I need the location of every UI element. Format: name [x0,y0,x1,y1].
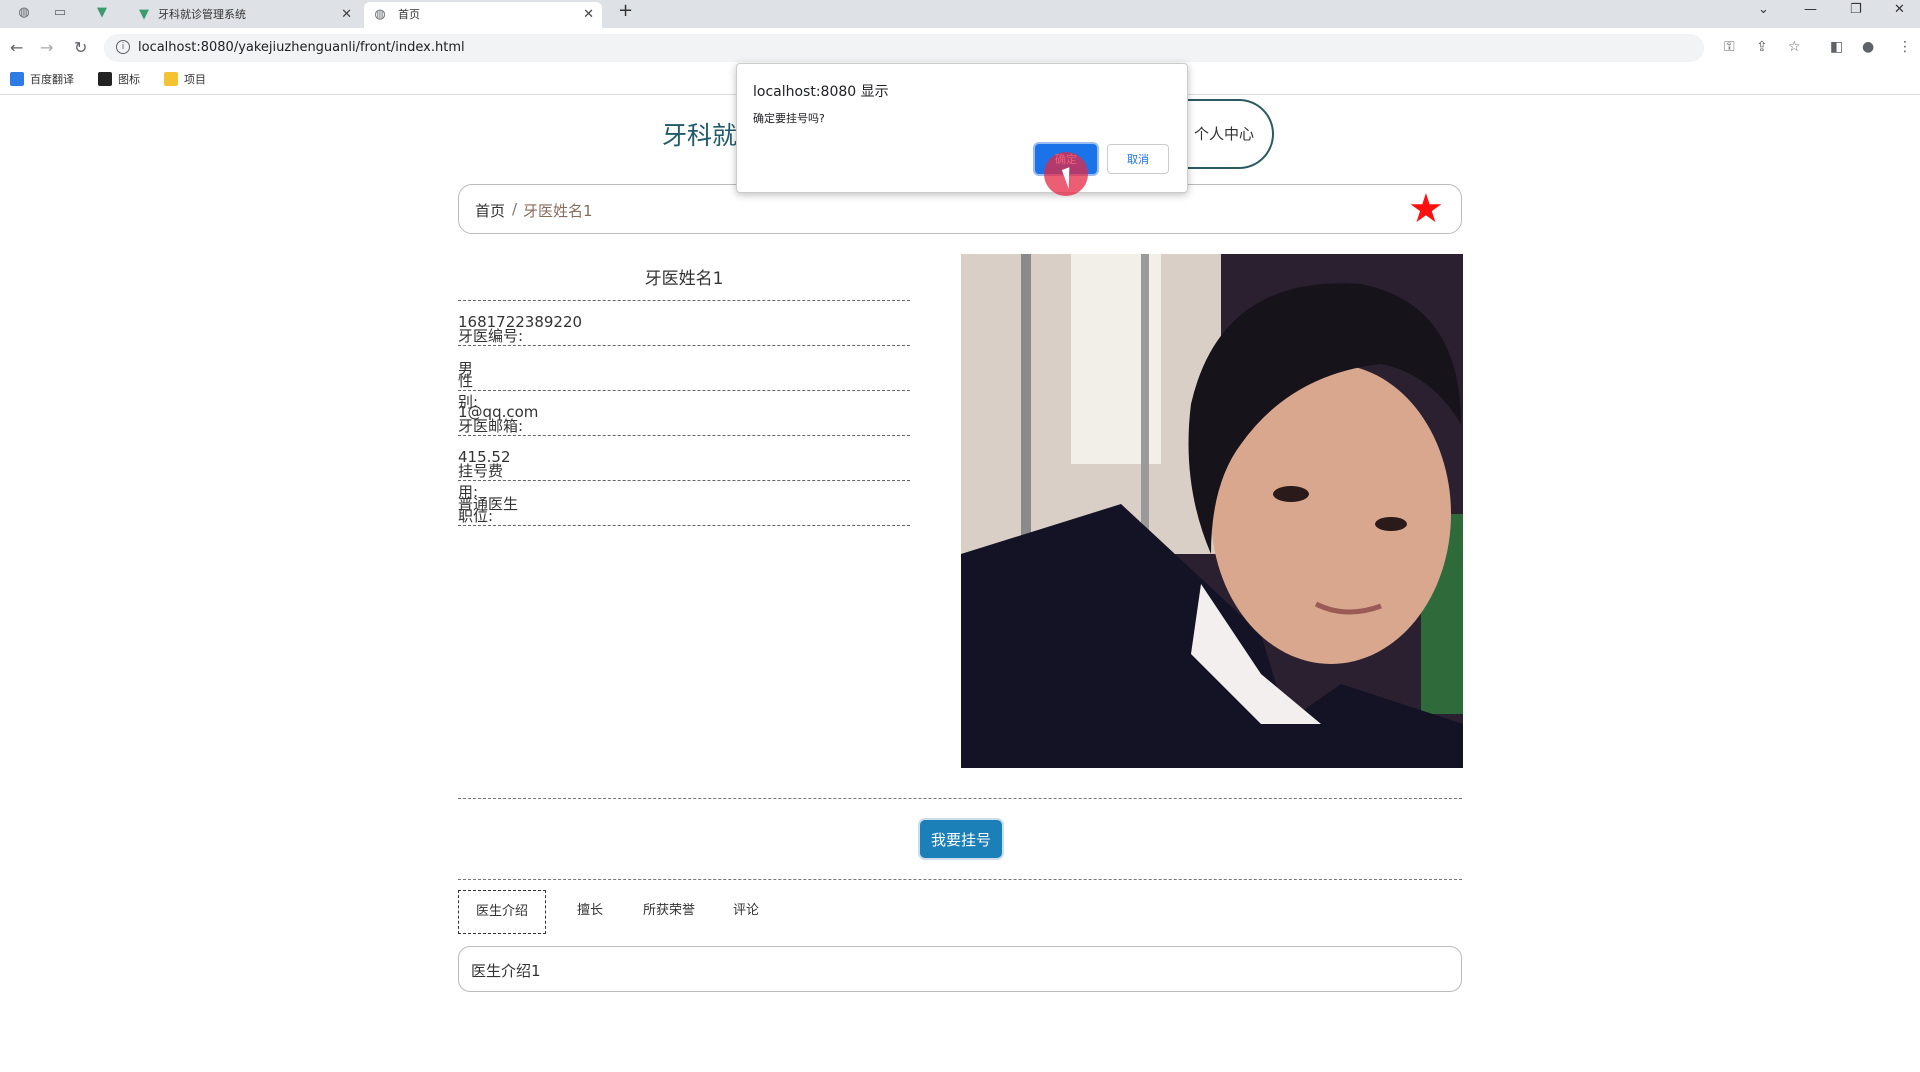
tab-home-label: 首页 [398,8,420,21]
breadcrumb-separator: / [512,200,518,218]
bookmark-icons[interactable]: 图标 [98,72,140,88]
side-panel-icon[interactable]: ◧ [1830,39,1843,55]
divider [458,798,1462,799]
site-title: 牙科就 [662,121,738,150]
info-icon[interactable]: i [116,40,130,54]
bookmark-label: 百度翻译 [30,73,74,86]
vue-logo-icon[interactable]: ▼ [94,5,110,21]
tab-home[interactable]: ◍ 首页 ✕ [364,2,602,28]
tab-content-panel: 医生介绍1 [458,946,1462,992]
field-label: 职位: [458,507,494,525]
bookmark-project[interactable]: 项目 [164,72,206,88]
confirm-dialog: localhost:8080 显示 确定要挂号吗? 确定 取消 [736,63,1188,193]
portrait-image [961,254,1463,768]
bookmark-label: 项目 [184,73,206,86]
back-icon[interactable]: ← [10,38,23,57]
info-row-email: 牙医邮箱: 1@qq.com [458,390,910,435]
globe-icon[interactable]: ◍ [16,5,32,21]
divider [458,879,1462,880]
omnibox[interactable]: i localhost:8080/yakejiuzhenguanli/front… [104,34,1704,62]
tab-comments[interactable]: 评论 [714,890,778,932]
field-label: 牙医编号: [458,327,524,345]
user-center-button[interactable]: 个人中心 [1176,99,1274,169]
field-label: 牙医邮箱: [458,417,524,435]
minimize-icon[interactable]: — [1804,2,1817,17]
folder-icon [164,72,178,86]
dialog-cancel-button[interactable]: 取消 [1107,144,1169,174]
key-icon[interactable]: ⚿ [1724,39,1735,55]
favorite-star-icon[interactable]: ★ [1408,187,1444,231]
close-window-icon[interactable]: ✕ [1894,2,1905,17]
dialog-message: 确定要挂号吗? [753,112,825,125]
tab-system-label: 牙科就诊管理系统 [158,8,246,21]
reload-icon[interactable]: ↻ [74,38,87,57]
chevron-down-icon[interactable]: ⌄ [1758,2,1769,17]
dialog-title: localhost:8080 显示 [753,84,889,100]
image-icon [98,72,112,86]
translate-icon [10,72,24,86]
browser-tab-strip: ◍ ▭ ▼ ▼ 牙科就诊管理系统 ✕ ◍ 首页 ✕ + ⌄ — ❐ ✕ [0,0,1920,28]
globe-icon: ◍ [374,7,386,22]
bookmark-baidu-translate[interactable]: 百度翻译 [10,72,74,88]
info-row-id: 牙医编号: 1681722389220 [458,300,910,345]
menu-icon[interactable]: ⋮ [1898,39,1912,55]
new-tab-icon[interactable]: + [618,0,633,21]
tab-specialty[interactable]: 擅长 [558,890,622,932]
bookmark-label: 图标 [118,73,140,86]
tab-honors[interactable]: 所获荣誉 [626,890,712,932]
profile-icon[interactable]: ● [1862,39,1874,55]
vue-logo-icon: ▼ [139,7,149,22]
bookmark-star-icon[interactable]: ☆ [1788,39,1801,55]
tab-system[interactable]: ▼ 牙科就诊管理系统 ✕ [128,2,360,28]
info-row-fee: 挂号费用: 415.52 [458,435,910,501]
blank-tab-icon[interactable]: ▭ [52,5,68,21]
close-icon[interactable]: ✕ [341,2,352,28]
tab-content-text: 医生介绍1 [471,962,541,980]
close-icon[interactable]: ✕ [583,2,594,28]
tab-doctor-intro[interactable]: 医生介绍 [458,890,546,934]
url-text[interactable]: localhost:8080/yakejiuzhenguanli/front/i… [138,40,465,55]
doctor-photo [961,254,1463,768]
info-row-position: 职位: 普通医生 [458,480,910,526]
share-icon[interactable]: ⇪ [1756,39,1768,55]
register-button[interactable]: 我要挂号 [920,820,1002,858]
forward-icon[interactable]: → [40,38,53,57]
doctor-name: 牙医姓名1 [644,269,724,289]
breadcrumb-home[interactable]: 首页 [475,200,505,221]
info-row-gender: 性别: 男 [458,345,910,411]
restore-icon[interactable]: ❐ [1850,2,1862,17]
breadcrumb-current: 牙医姓名1 [523,202,593,220]
